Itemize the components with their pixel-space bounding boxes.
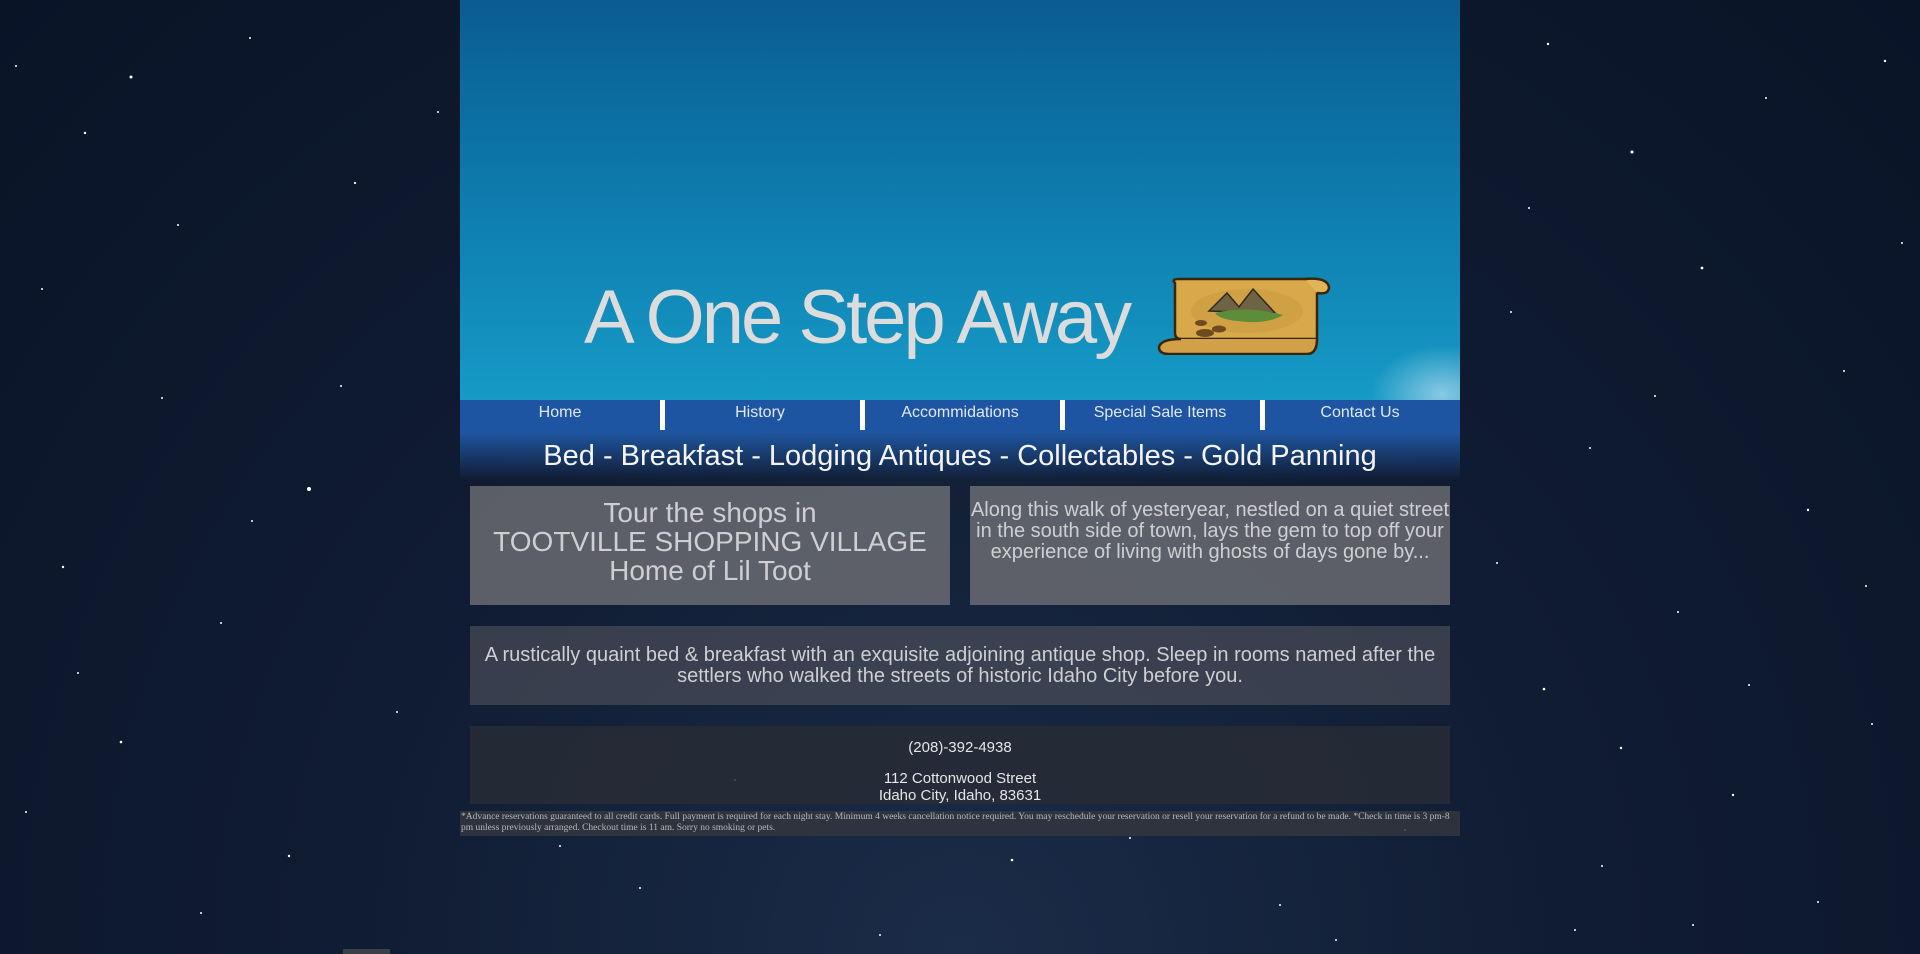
contact-box: (208)-392-4938 112 Cottonwood Street Ida…	[470, 726, 1450, 804]
description-panel: A rustically quaint bed & breakfast with…	[470, 626, 1450, 705]
treasure-map-scroll-icon	[1157, 277, 1331, 355]
nav-contact-us[interactable]: Contact Us	[1260, 400, 1460, 432]
phone-number: (208)-392-4938	[908, 739, 1012, 756]
walk-text: Along this walk of yesteryear, nestled o…	[970, 499, 1450, 563]
nav-home[interactable]: Home	[460, 400, 660, 432]
shops-line-2: TOOTVILLE SHOPPING VILLAGE	[493, 526, 927, 557]
main-nav: Home History Accommidations Special Sale…	[460, 400, 1460, 432]
site-header: A One Step Away	[460, 0, 1460, 400]
nav-accommodations[interactable]: Accommidations	[860, 400, 1060, 432]
bottom-scroll-tab[interactable]	[343, 949, 390, 954]
shops-panel: Tour the shops in TOOTVILLE SHOPPING VIL…	[470, 486, 950, 605]
page-container: A One Step Away Home History Accommidati…	[460, 0, 1460, 836]
city-address: Idaho City, Idaho, 83631	[878, 787, 1042, 804]
description-text: A rustically quaint bed & breakfast with…	[484, 644, 1436, 687]
shops-line-3: Home of Lil Toot	[609, 555, 811, 586]
nav-special-sale-items[interactable]: Special Sale Items	[1060, 400, 1260, 432]
reservation-policy: *Advance reservations guaranteed to all …	[460, 811, 1460, 836]
header-cloud	[1370, 345, 1460, 400]
walk-panel: Along this walk of yesteryear, nestled o…	[970, 486, 1450, 605]
site-title: A One Step Away	[584, 275, 1132, 360]
tagline: Bed - Breakfast - Lodging Antiques - Col…	[543, 440, 1377, 472]
nav-history[interactable]: History	[660, 400, 860, 432]
shops-line-1: Tour the shops in	[603, 497, 817, 528]
street-address: 112 Cottonwood Street	[883, 770, 1037, 787]
